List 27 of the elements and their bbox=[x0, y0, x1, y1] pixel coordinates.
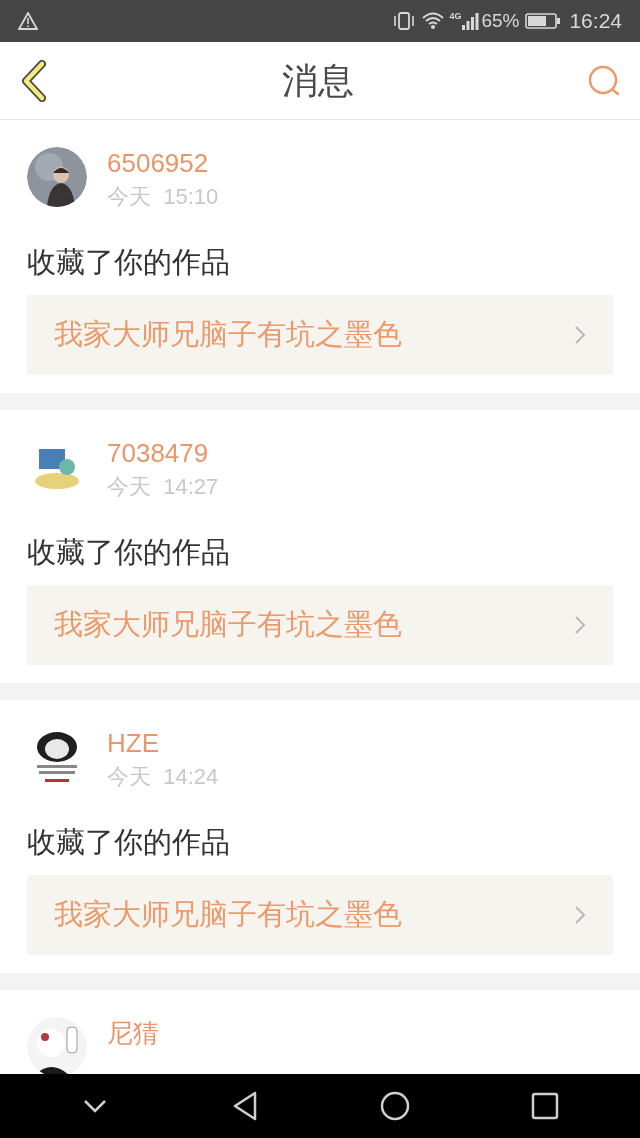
work-link[interactable]: 我家大师兄脑子有坑之墨色 bbox=[27, 585, 613, 665]
chevron-right-icon bbox=[574, 905, 586, 925]
vibrate-icon bbox=[393, 11, 416, 31]
triangle-back-icon bbox=[231, 1090, 259, 1122]
user-name[interactable]: 7038479 bbox=[107, 437, 219, 469]
user-name[interactable]: 6506952 bbox=[107, 147, 219, 179]
message-text: 收藏了你的作品 bbox=[27, 245, 231, 280]
warning-icon bbox=[18, 12, 38, 30]
clock: 16:24 bbox=[569, 8, 622, 35]
wifi-icon bbox=[421, 11, 446, 31]
recents-icon bbox=[531, 1092, 559, 1120]
back-icon bbox=[20, 59, 48, 102]
message-text: 收藏了你的作品 bbox=[27, 825, 231, 860]
user-name[interactable]: 尼猜 bbox=[107, 1017, 159, 1049]
battery-icon bbox=[525, 12, 562, 30]
user-name[interactable]: HZE bbox=[107, 727, 219, 759]
network-label: 4G bbox=[449, 10, 462, 23]
signal-icon bbox=[461, 11, 480, 31]
work-link[interactable]: 我家大师兄脑子有坑之墨色 bbox=[27, 875, 613, 955]
message-text: 收藏了你的作品 bbox=[27, 535, 231, 570]
chevron-right-icon bbox=[574, 615, 586, 635]
work-link[interactable]: 我家大师兄脑子有坑之墨色 bbox=[27, 295, 613, 375]
battery-percent: 65% bbox=[481, 8, 520, 33]
page-title: 消息 bbox=[282, 58, 354, 103]
chevron-right-icon bbox=[574, 325, 586, 345]
home-icon bbox=[379, 1090, 411, 1122]
chevron-down-icon bbox=[83, 1099, 107, 1113]
